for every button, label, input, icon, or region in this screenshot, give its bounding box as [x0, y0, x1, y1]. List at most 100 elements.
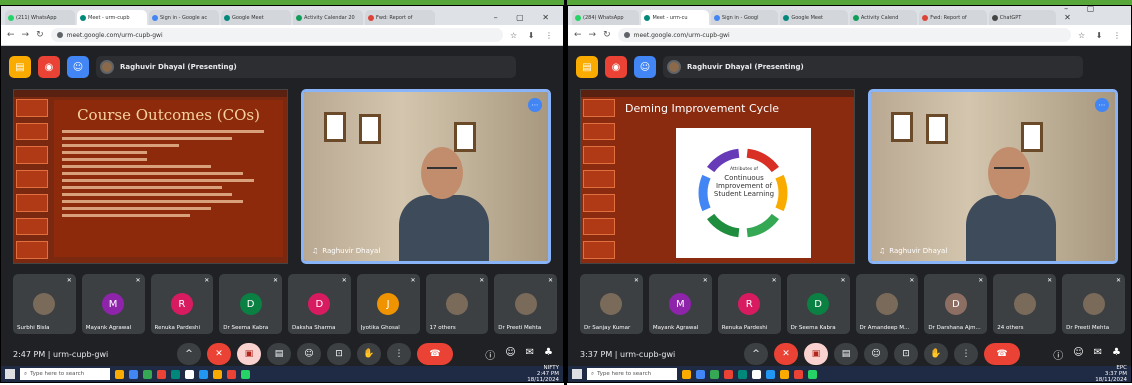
reload-icon[interactable]: ↻ — [603, 30, 611, 40]
slide-thumbnail[interactable] — [583, 217, 615, 236]
forward-icon[interactable]: → — [22, 30, 30, 40]
taskbar-app-icon[interactable] — [710, 369, 719, 379]
browser-tab[interactable]: Sign in - Google ac — [149, 10, 219, 25]
taskbar-app-icon[interactable] — [682, 369, 691, 379]
participant-tile[interactable]: ✕ Dr Amandeep M... — [855, 274, 919, 334]
slide-thumbnail[interactable] — [16, 241, 48, 260]
participant-tile[interactable]: M ✕ Mayank Agrawal — [81, 274, 145, 334]
browser-tab[interactable]: Fwd: Report of — [365, 10, 435, 25]
taskbar-app-icon[interactable] — [171, 369, 180, 379]
participant-tile[interactable]: D ✕ Daksha Sharma — [288, 274, 351, 334]
taskbar-app-icon[interactable] — [752, 369, 761, 379]
slide-thumbnail[interactable] — [16, 99, 48, 117]
people-icon[interactable]: ☺ — [634, 56, 656, 78]
slide-thumbnail[interactable] — [16, 193, 48, 212]
taskbar-app-icon[interactable] — [241, 369, 250, 379]
taskbar-app-icon[interactable] — [157, 369, 166, 379]
emoji-button[interactable]: ☺ — [297, 343, 321, 365]
taskbar-app-icon[interactable] — [738, 369, 747, 379]
more-options-button[interactable]: ⋮ — [387, 343, 411, 365]
people-icon[interactable]: ☺ — [505, 347, 515, 362]
taskbar-app-icon[interactable] — [696, 369, 705, 379]
slide-thumbnail[interactable] — [583, 122, 615, 141]
chat-icon[interactable]: ✉ — [526, 347, 534, 362]
taskbar-app-icon[interactable] — [766, 369, 775, 379]
browser-tab[interactable]: (211) WhatsApp — [5, 10, 75, 25]
taskbar-app-icon[interactable] — [185, 369, 194, 379]
participant-tile[interactable]: D ✕ Dr Seema Kabra — [219, 274, 282, 334]
mic-off-button[interactable]: ✕ — [774, 343, 798, 365]
slide-thumbnail[interactable] — [16, 122, 48, 141]
taskbar-app-icon[interactable] — [780, 369, 789, 379]
taskbar-search[interactable]: ⌕ Type here to search — [587, 368, 677, 380]
captions-button[interactable]: ▤ — [834, 343, 858, 365]
emoji-button[interactable]: ☺ — [864, 343, 888, 365]
browser-tab[interactable]: Sign in - Googl — [710, 10, 779, 25]
record-icon[interactable]: ◉ — [605, 56, 627, 78]
url-field[interactable]: meet.google.com/urm-cupb-gwi — [50, 28, 504, 42]
browser-tab[interactable]: Google Meet — [221, 10, 291, 25]
more-up-icon[interactable]: ^ — [177, 343, 201, 365]
present-button[interactable]: ▣ — [804, 343, 828, 365]
share-screen-button[interactable]: ⊡ — [894, 343, 918, 365]
site-info-icon[interactable] — [623, 32, 630, 38]
slide-thumbnail[interactable] — [583, 241, 615, 260]
participant-tile[interactable]: ✕ Dr Preeti Mehta — [494, 274, 557, 334]
raise-hand-button[interactable]: ✋ — [924, 343, 948, 365]
browser-tab[interactable]: Activity Calend — [849, 10, 918, 25]
participant-tile[interactable]: D ✕ Dr Darshana Ajm... — [924, 274, 988, 334]
activities-icon[interactable]: ♣ — [544, 347, 553, 362]
browser-actions[interactable]: ☆ ⬇ ⋮ — [1078, 31, 1125, 40]
info-icon[interactable]: ⓘ — [1053, 347, 1063, 362]
participant-tile[interactable]: ✕ Dr Preeti Mehta — [1062, 274, 1125, 334]
browser-tab[interactable]: Fwd: Report of — [919, 10, 987, 25]
taskbar-app-icon[interactable] — [227, 369, 236, 379]
reload-icon[interactable]: ↻ — [36, 30, 44, 40]
participant-tile[interactable]: ✕ Dr Sanjay Kumar — [580, 274, 643, 334]
slide-thumbnail[interactable] — [16, 170, 48, 188]
forward-icon[interactable]: → — [589, 30, 597, 40]
browser-tab[interactable]: Meet - urm-cu — [641, 10, 709, 25]
captions-button[interactable]: ▤ — [267, 343, 291, 365]
participant-tile[interactable]: ✕ 24 others — [993, 274, 1057, 334]
back-icon[interactable]: ← — [7, 30, 15, 40]
window-controls[interactable]: – ▢ ✕ — [488, 13, 563, 25]
browser-actions[interactable]: ☆ ⬇ ⋮ — [510, 31, 557, 40]
participant-tile[interactable]: M ✕ Mayank Agrawal — [648, 274, 712, 334]
people-icon[interactable]: ☺ — [67, 56, 89, 78]
more-options-icon[interactable]: ⋯ — [1095, 98, 1109, 112]
browser-tab[interactable]: Activity Calendar 20 — [293, 10, 363, 25]
record-icon[interactable]: ◉ — [38, 56, 60, 78]
share-screen-button[interactable]: ⊡ — [327, 343, 351, 365]
participant-tile[interactable]: R ✕ Renuka Pardeshi — [717, 274, 781, 334]
more-up-icon[interactable]: ^ — [744, 343, 768, 365]
end-call-button[interactable]: ☎ — [984, 343, 1020, 365]
slide-thumbnail[interactable] — [583, 193, 615, 212]
back-icon[interactable]: ← — [574, 30, 582, 40]
end-call-button[interactable]: ☎ — [417, 343, 453, 365]
site-info-icon[interactable] — [56, 32, 63, 38]
more-options-icon[interactable]: ⋯ — [528, 98, 542, 112]
mic-off-button[interactable]: ✕ — [207, 343, 231, 365]
browser-tab[interactable]: (284) WhatsApp — [572, 10, 640, 25]
taskbar-app-icon[interactable] — [808, 369, 817, 379]
slide-thumbnail[interactable] — [16, 146, 48, 165]
slide-thumbnail[interactable] — [583, 99, 615, 117]
windows-start-icon[interactable] — [572, 369, 582, 379]
taskbar-app-icon[interactable] — [143, 369, 152, 379]
doc-icon[interactable]: ▤ — [9, 56, 31, 78]
taskbar-app-icon[interactable] — [199, 369, 208, 379]
window-controls[interactable]: – ▢ ✕ — [1058, 6, 1131, 25]
participant-tile[interactable]: ✕ Surbhi Bisla — [13, 274, 76, 334]
people-icon[interactable]: ☺ — [1073, 347, 1083, 362]
browser-tab[interactable]: ChatGPT — [988, 10, 1057, 25]
browser-tab[interactable]: Google Meet — [780, 10, 848, 25]
taskbar-search[interactable]: ⌕ Type here to search — [20, 368, 110, 380]
activities-icon[interactable]: ♣ — [1112, 347, 1121, 362]
participant-tile[interactable]: R ✕ Renuka Pardeshi — [150, 274, 214, 334]
taskbar-app-icon[interactable] — [213, 369, 222, 379]
taskbar-app-icon[interactable] — [115, 369, 124, 379]
browser-tab[interactable]: Meet - urm-cupb — [77, 10, 147, 25]
more-options-button[interactable]: ⋮ — [954, 343, 978, 365]
participant-tile[interactable]: ✕ 17 others — [425, 274, 489, 334]
